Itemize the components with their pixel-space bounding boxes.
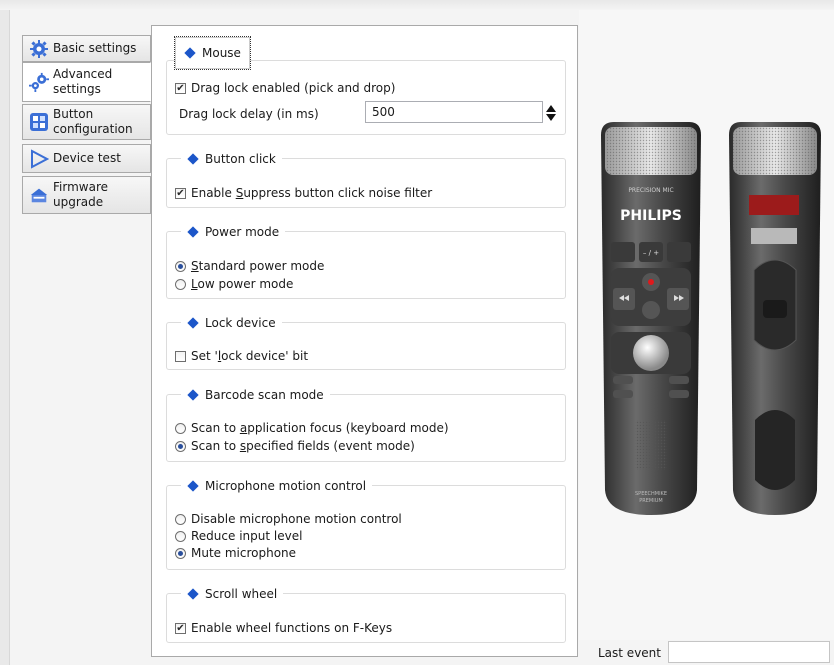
firmware-chip-icon — [29, 185, 49, 205]
group-mic-motion-control: Microphone motion control Disable microp… — [166, 477, 566, 570]
device-preview-area: PRECISION MIC PHILIPS – / + SPEECHMIKE P… — [579, 10, 834, 640]
disable-motion-radio[interactable]: Disable microphone motion control — [175, 512, 402, 526]
window-left-edge — [0, 10, 10, 665]
radio-label: Scan to specified fields (event mode) — [191, 439, 415, 453]
group-title-text: Lock device — [205, 316, 276, 330]
btn-label: – / + — [643, 249, 659, 257]
standard-power-radio[interactable]: Standard power mode — [175, 259, 324, 273]
tab-button-configuration[interactable]: Button configuration — [22, 104, 151, 140]
speechmike-back — [729, 122, 821, 515]
input-value: 500 — [372, 105, 395, 119]
speechmike-front: PRECISION MIC PHILIPS – / + SPEECHMIKE P… — [601, 122, 701, 515]
group-title-button-click: Button click — [181, 150, 282, 168]
bottom-label-text-2: PREMIUM — [639, 498, 662, 504]
radio-circle[interactable] — [175, 440, 186, 452]
radio-label: Scan to application focus (keyboard mode… — [191, 421, 449, 435]
mic-label-text: PRECISION MIC — [628, 187, 673, 194]
diamond-icon — [187, 389, 199, 401]
diamond-icon — [187, 480, 199, 492]
group-title-mouse[interactable]: Mouse — [174, 36, 251, 70]
group-mouse: Mouse ✔ Drag lock enabled (pick and drop… — [166, 36, 566, 135]
spin-down-icon[interactable] — [546, 114, 556, 121]
diamond-icon — [187, 588, 199, 600]
diamond-icon — [187, 226, 199, 238]
group-scroll-wheel: Scroll wheel ✔ Enable wheel functions on… — [166, 585, 566, 643]
group-title-lock-device: Lock device — [181, 314, 282, 332]
radio-label: Mute microphone — [191, 546, 297, 560]
lock-device-checkbox[interactable]: Set 'lock device' bit — [175, 349, 308, 363]
checkbox-box[interactable] — [175, 350, 186, 362]
group-power-mode: Power mode Standard power mode Low power… — [166, 223, 566, 299]
window-top-edge — [0, 0, 834, 10]
tab-firmware-upgrade[interactable]: Firmware upgrade — [22, 176, 151, 214]
checkbox-box[interactable]: ✔ — [175, 622, 186, 634]
group-title-text: Button click — [205, 152, 276, 166]
tab-device-test[interactable]: Device test — [22, 144, 151, 173]
button-grid-icon — [29, 112, 49, 132]
group-lock-device: Lock device Set 'lock device' bit — [166, 314, 566, 370]
checkbox-label: Drag lock enabled (pick and drop) — [191, 81, 396, 95]
bottom-label-text: SPEECHMIKE — [635, 491, 667, 497]
speechmike-illustration: PRECISION MIC PHILIPS – / + SPEECHMIKE P… — [601, 122, 821, 515]
checkbox-box[interactable]: ✔ — [175, 82, 186, 94]
radio-label: Standard power mode — [191, 259, 325, 273]
radio-circle[interactable] — [175, 260, 186, 272]
group-title-scroll-wheel: Scroll wheel — [181, 585, 284, 603]
spin-up-icon[interactable] — [546, 105, 556, 112]
radio-circle[interactable] — [175, 530, 186, 542]
drag-lock-checkbox[interactable]: ✔ Drag lock enabled (pick and drop) — [175, 81, 395, 95]
group-title-power-mode: Power mode — [181, 223, 286, 241]
radio-label: Low power mode — [191, 277, 294, 291]
tab-advanced-settings[interactable]: Advanced settings — [22, 62, 151, 102]
radio-circle[interactable] — [175, 513, 186, 525]
brand-text: PHILIPS — [620, 208, 682, 224]
radio-circle[interactable] — [175, 422, 186, 434]
drag-lock-delay-label: Drag lock delay (in ms) — [179, 107, 319, 121]
tab-label: Basic settings — [53, 41, 137, 55]
suppress-noise-checkbox[interactable]: ✔ Enable Suppress button click noise fil… — [175, 186, 432, 200]
advanced-settings-panel: Mouse ✔ Drag lock enabled (pick and drop… — [151, 25, 578, 657]
gear-icon — [29, 39, 49, 59]
drag-lock-delay-input[interactable]: 500 — [365, 101, 543, 123]
group-button-click: Button click ✔ Enable Suppress button cl… — [166, 150, 566, 208]
tab-label: Firmware upgrade — [53, 180, 108, 209]
delay-spinner[interactable] — [545, 101, 557, 125]
field-label: Drag lock delay (in ms) — [179, 107, 319, 121]
checkbox-label: Enable wheel functions on F-Keys — [191, 621, 393, 635]
play-triangle-icon — [29, 148, 49, 169]
checkbox-label: Enable Suppress button click noise filte… — [191, 186, 433, 200]
last-event-field[interactable] — [668, 641, 830, 663]
tab-label: Advanced settings — [53, 67, 113, 96]
diamond-icon — [184, 47, 196, 59]
diamond-icon — [187, 317, 199, 329]
radio-circle[interactable] — [175, 547, 186, 559]
wheel-fkeys-checkbox[interactable]: ✔ Enable wheel functions on F-Keys — [175, 621, 392, 635]
group-title-text: Barcode scan mode — [205, 388, 324, 402]
group-title-text: Mouse — [202, 46, 241, 60]
group-title-text: Power mode — [205, 225, 280, 239]
radio-circle[interactable] — [175, 278, 186, 290]
radio-label: Disable microphone motion control — [191, 512, 402, 526]
tab-label: Device test — [53, 151, 121, 165]
checkbox-label: Set 'lock device' bit — [191, 349, 309, 363]
diamond-icon — [187, 153, 199, 165]
group-title-text: Scroll wheel — [205, 587, 278, 601]
group-title-barcode: Barcode scan mode — [181, 386, 330, 404]
checkbox-box[interactable]: ✔ — [175, 187, 186, 199]
group-barcode-scan-mode: Barcode scan mode Scan to application fo… — [166, 386, 566, 462]
gears-icon — [29, 72, 49, 92]
group-title-mic-motion: Microphone motion control — [181, 477, 373, 495]
mute-microphone-radio[interactable]: Mute microphone — [175, 546, 296, 560]
radio-label: Reduce input level — [191, 529, 303, 543]
scan-specified-fields-radio[interactable]: Scan to specified fields (event mode) — [175, 439, 415, 453]
tab-basic-settings[interactable]: Basic settings — [22, 35, 151, 62]
last-event-label: Last event — [598, 646, 661, 660]
low-power-radio[interactable]: Low power mode — [175, 277, 293, 291]
group-title-text: Microphone motion control — [205, 479, 367, 493]
tab-label: Button configuration — [53, 107, 133, 136]
reduce-input-radio[interactable]: Reduce input level — [175, 529, 302, 543]
scan-application-focus-radio[interactable]: Scan to application focus (keyboard mode… — [175, 421, 449, 435]
